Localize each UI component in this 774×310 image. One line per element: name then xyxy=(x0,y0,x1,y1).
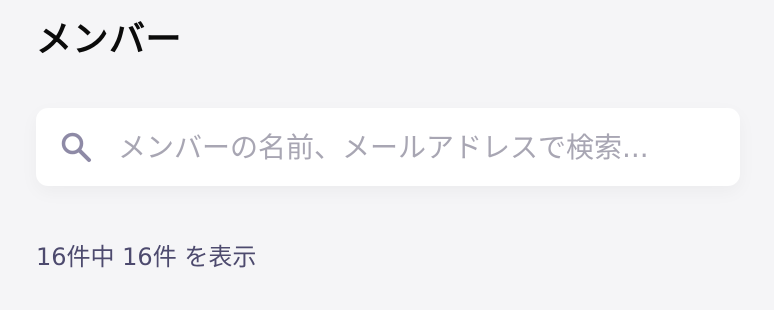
search-box[interactable] xyxy=(36,108,740,186)
result-count: 16件中 16件 を表示 xyxy=(36,243,257,271)
page-title: メンバー xyxy=(36,19,183,60)
members-page: メンバー 16件中 16件 を表示 xyxy=(0,0,774,310)
search-icon xyxy=(58,129,94,165)
search-input[interactable] xyxy=(118,108,720,186)
